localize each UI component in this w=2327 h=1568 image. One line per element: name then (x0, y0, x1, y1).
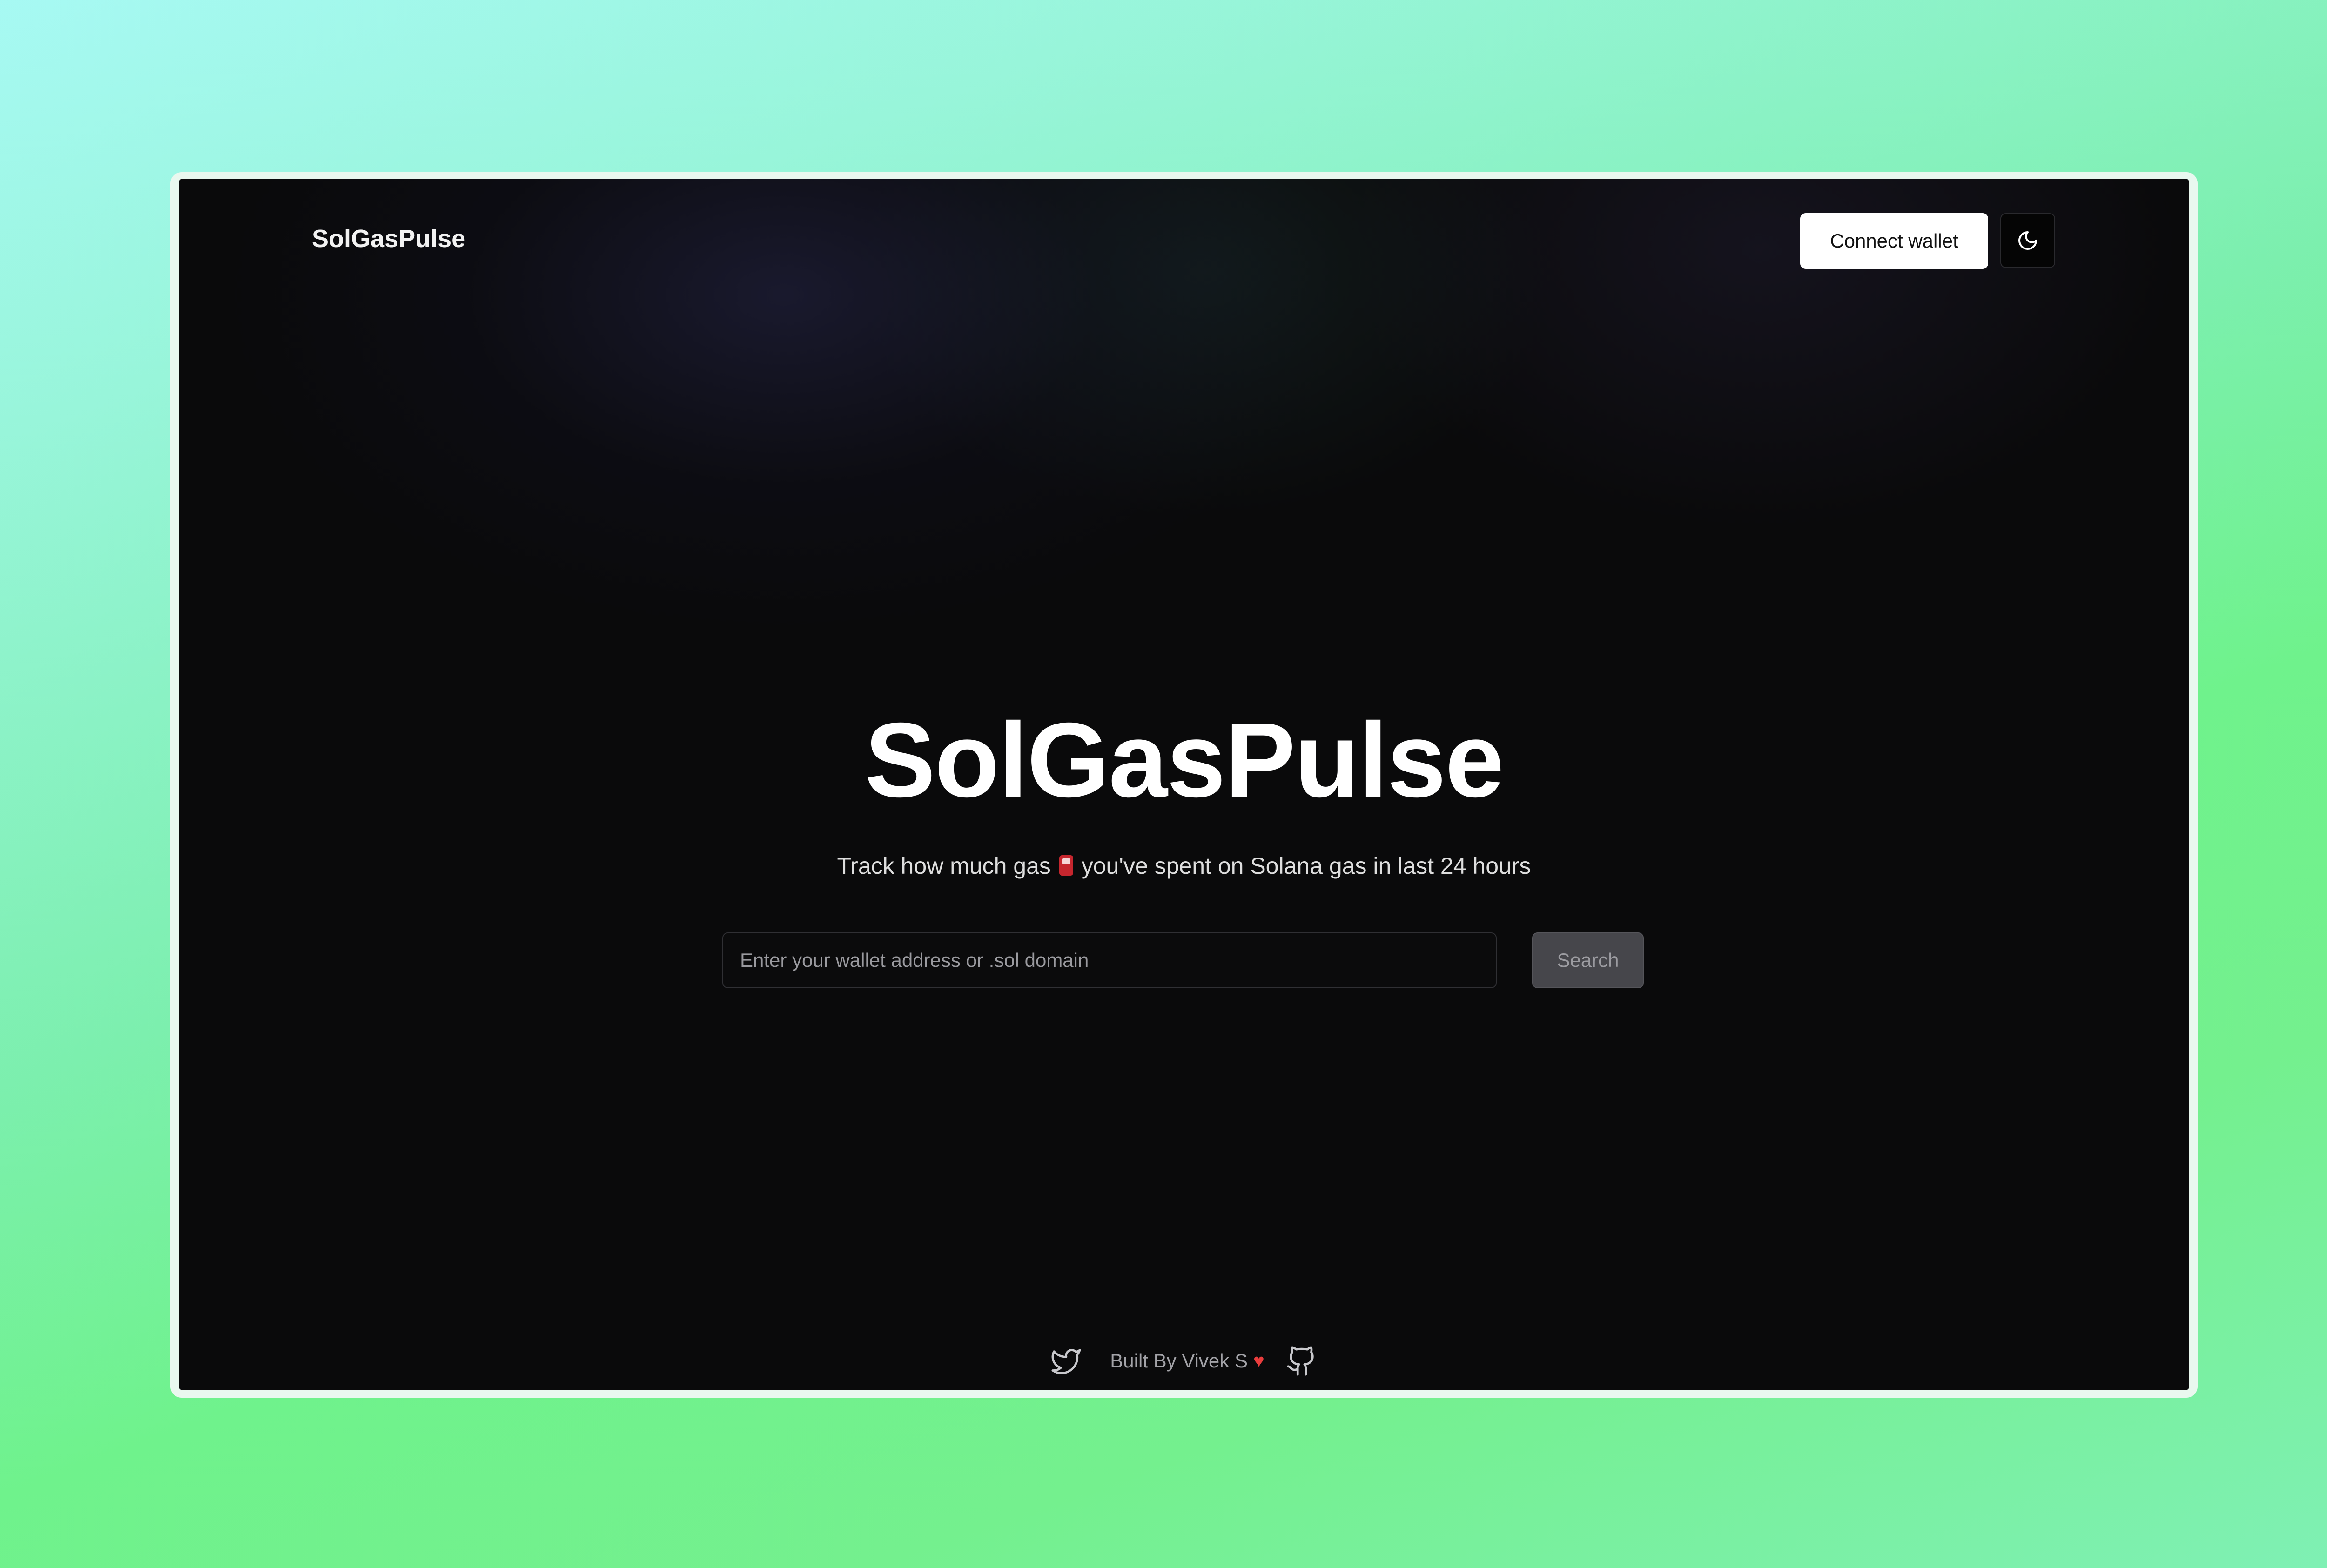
connect-wallet-button[interactable]: Connect wallet (1800, 213, 1988, 269)
theme-toggle-button[interactable] (2000, 213, 2055, 268)
wallet-search-input[interactable] (722, 932, 1497, 988)
hero-title: SolGasPulse (865, 701, 1504, 819)
fuel-pump-icon (1059, 855, 1073, 876)
nav-brand[interactable]: SolGasPulse (312, 224, 465, 253)
moon-icon (2018, 231, 2037, 250)
search-button[interactable]: Search (1532, 932, 1644, 988)
footer-credit-text: Built By Vivek S (1110, 1350, 1248, 1372)
heart-icon: ♥ (1253, 1350, 1264, 1371)
hero-subtitle: Track how much gas you've spent on Solan… (179, 852, 2189, 879)
footer-credit: Built By Vivek S ♥ (1110, 1350, 1264, 1372)
app-window: SolGasPulse Connect wallet SolGasPulse T… (179, 179, 2189, 1390)
subtitle-text-end: you've spent on Solana gas in last 24 ho… (1081, 853, 1531, 879)
twitter-icon[interactable] (1049, 1344, 1083, 1378)
footer: Built By Vivek S ♥ (179, 1345, 2189, 1377)
github-icon[interactable] (1285, 1344, 1318, 1378)
subtitle-text-start: Track how much gas (837, 853, 1051, 879)
